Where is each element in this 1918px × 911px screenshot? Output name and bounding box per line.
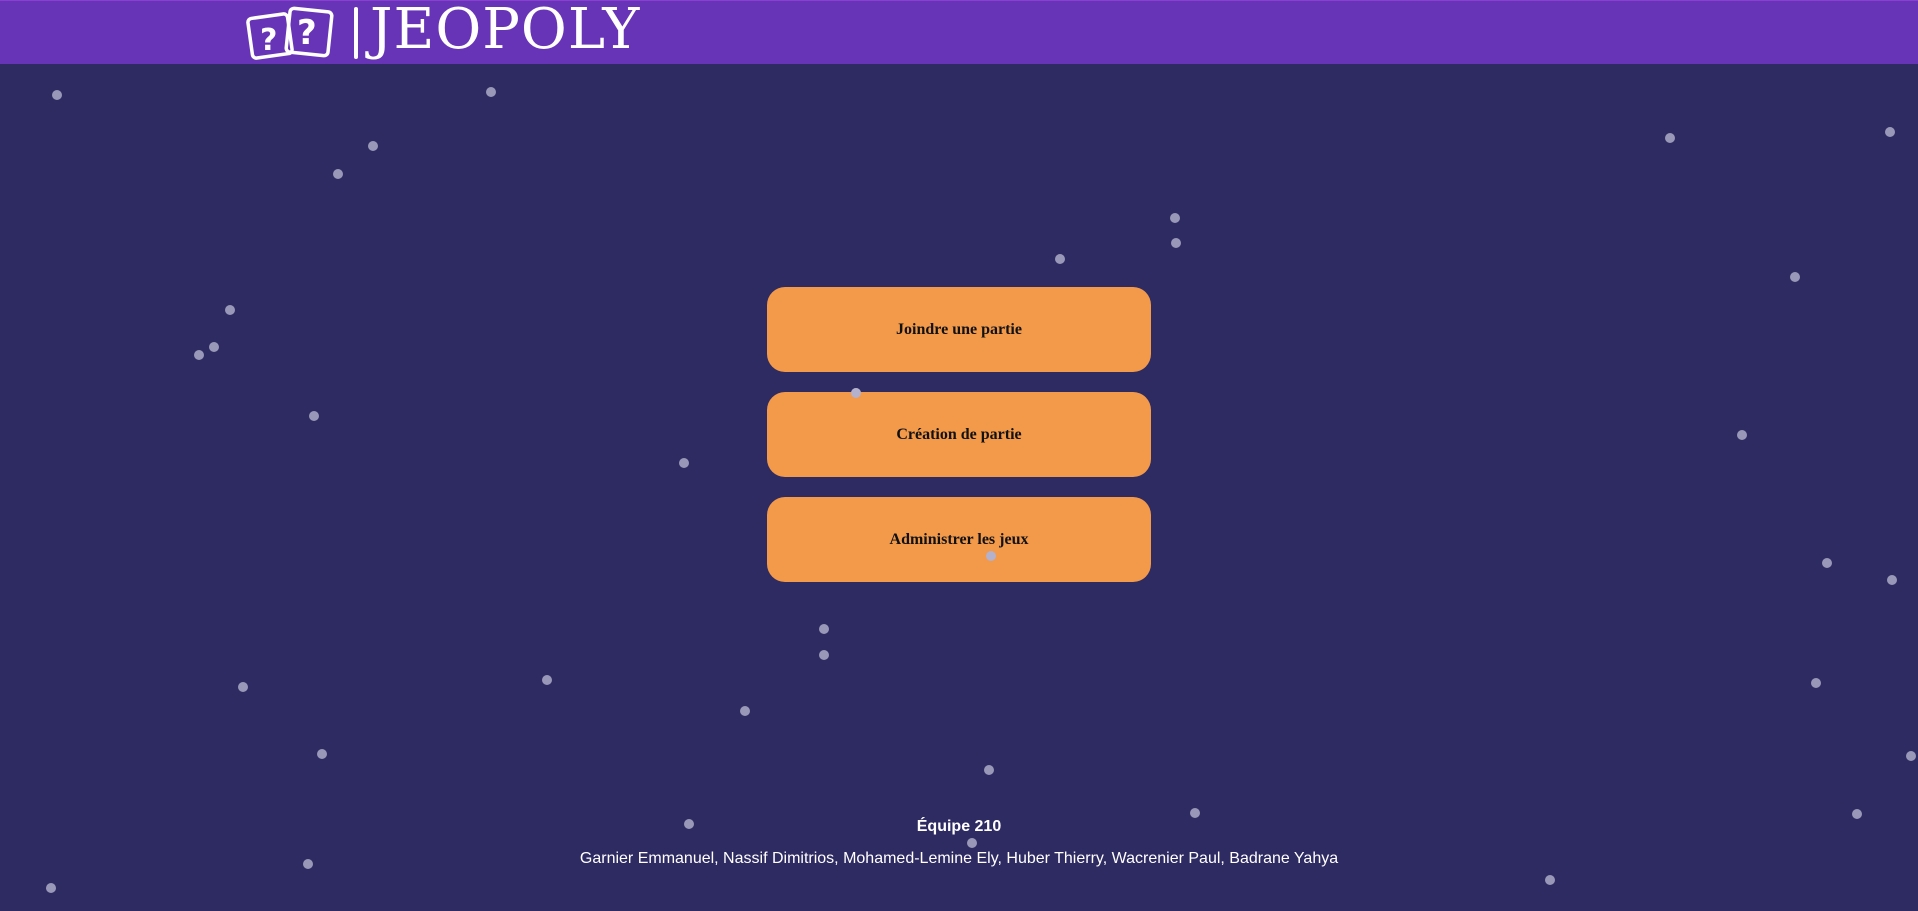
app-title: JEOPOLY xyxy=(370,0,641,62)
admin-games-button[interactable]: Administrer les jeux xyxy=(767,497,1151,582)
top-header: ? ? JEOPOLY xyxy=(0,0,1918,64)
logo-divider xyxy=(354,7,358,59)
team-name: Équipe 210 xyxy=(916,818,1002,835)
svg-text:?: ? xyxy=(260,23,277,58)
svg-text:?: ? xyxy=(297,13,317,53)
main-menu: Joindre une partie Création de partie Ad… xyxy=(767,287,1151,602)
create-game-button[interactable]: Création de partie xyxy=(767,392,1151,477)
team-members: Garnier Emmanuel, Nassif Dimitrios, Moha… xyxy=(579,850,1339,867)
jeopoly-logo: ? ? JEOPOLY xyxy=(246,0,641,65)
footer: Équipe 210 Garnier Emmanuel, Nassif Dimi… xyxy=(0,818,1918,868)
question-dice-icon: ? ? xyxy=(246,4,342,62)
join-game-button[interactable]: Joindre une partie xyxy=(767,287,1151,372)
